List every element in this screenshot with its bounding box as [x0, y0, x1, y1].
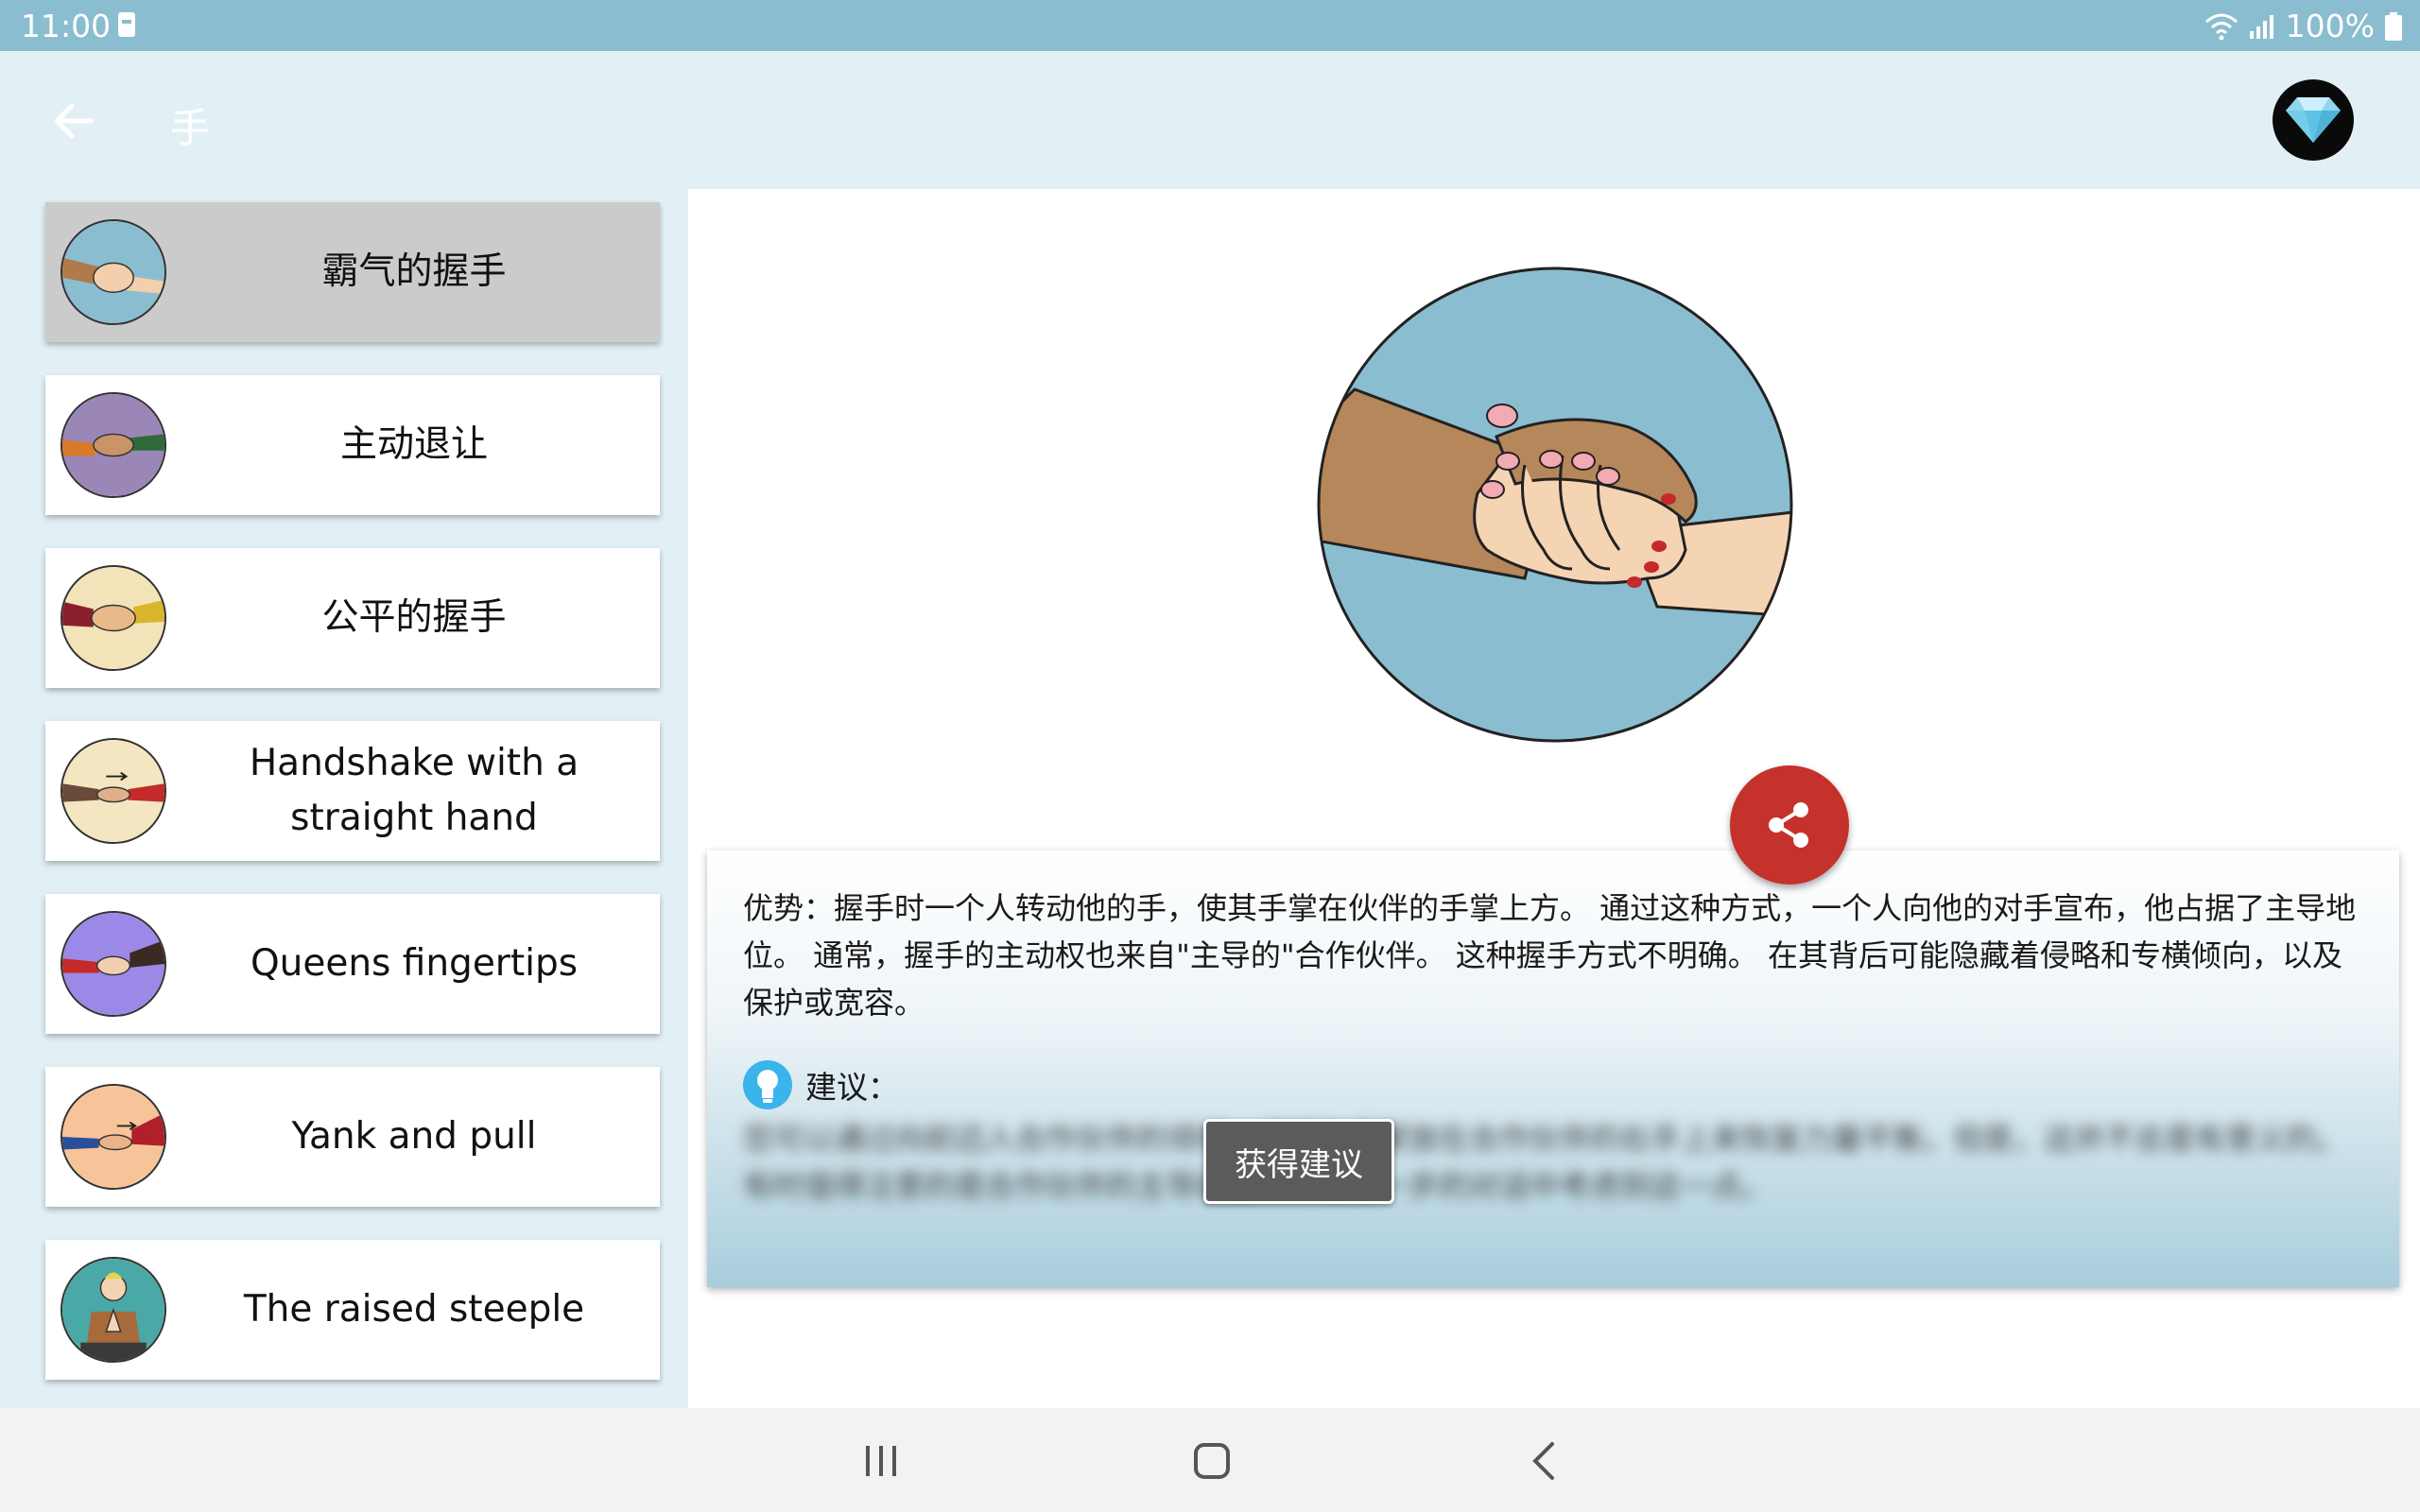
share-button[interactable]: [1730, 765, 1849, 885]
locked-tip-text: 您可以通过向前迈入合作伙伴的领域，或将左手掌放在合作伙伴的右手上来恢复力量平衡。…: [743, 1121, 2347, 1204]
thumbnail-image: [60, 392, 166, 498]
list-item-yielding[interactable]: 主动退让: [45, 375, 660, 515]
recents-icon[interactable]: [853, 1433, 909, 1489]
premium-button[interactable]: [2273, 79, 2354, 161]
list-item-dominant-handshake[interactable]: 霸气的握手: [45, 202, 660, 342]
notification-icon: [118, 12, 135, 37]
list-item-label: 主动退让: [339, 423, 488, 466]
status-time: 11:00: [21, 8, 112, 44]
thumbnail-image: [60, 565, 166, 671]
get-tip-button[interactable]: 获得建议: [1203, 1119, 1394, 1204]
list-item-label: 公平的握手: [321, 596, 507, 639]
back-chevron-icon[interactable]: [1516, 1433, 1573, 1489]
description-text: 优势：握手时一个人转动他的手，使其手掌在伙伴的手掌上方。 通过这种方式，一个人向…: [743, 890, 2357, 1021]
detail-panel: 优势：握手时一个人转动他的手，使其手掌在伙伴的手掌上方。 通过这种方式，一个人向…: [688, 189, 2420, 1408]
thumbnail-image: [60, 738, 166, 844]
thumbnail-image: [60, 219, 166, 325]
status-right: 100%: [2204, 8, 2403, 44]
list-item-label: Handshake with a straight hand: [249, 742, 579, 839]
page-title: 手: [170, 105, 211, 151]
signal-icon: [2249, 14, 2273, 39]
lightbulb-icon: [743, 1060, 792, 1109]
gesture-list: 霸气的握手 主动退让 公平的握手 Handshake with a straig…: [0, 189, 688, 1408]
list-item-label: 霸气的握手: [321, 250, 507, 293]
battery-icon: [2385, 11, 2402, 41]
wifi-icon: [2204, 13, 2238, 40]
diamond-icon: [2286, 97, 2341, 143]
tip-header: 建议：: [743, 1060, 899, 1109]
list-item-label: The raised steeple: [243, 1288, 585, 1331]
battery-percent: 100%: [2285, 8, 2375, 44]
tip-label: 建议：: [805, 1069, 899, 1106]
share-icon: [1769, 802, 1808, 848]
status-bar: 11:00 100%: [0, 0, 2420, 51]
description-card: 优势：握手时一个人转动他的手，使其手掌在伙伴的手掌上方。 通过这种方式，一个人向…: [707, 850, 2399, 1287]
thumbnail-image: [60, 1257, 166, 1363]
back-arrow-icon[interactable]: [45, 93, 102, 149]
thumbnail-image: [60, 1084, 166, 1190]
list-item-queens-fingertips[interactable]: Queens fingertips: [45, 894, 660, 1034]
app-bar: 手: [0, 51, 2420, 189]
list-item-raised-steeple[interactable]: The raised steeple: [45, 1240, 660, 1380]
list-item-label: Queens fingertips: [250, 942, 579, 985]
list-item-label: Yank and pull: [291, 1115, 537, 1158]
system-nav-bar: [0, 1408, 2420, 1512]
home-icon[interactable]: [1184, 1433, 1240, 1489]
thumbnail-image: [60, 911, 166, 1017]
handshake-illustration: [1317, 266, 1793, 743]
list-item-fair-handshake[interactable]: 公平的握手: [45, 548, 660, 688]
list-item-straight-hand[interactable]: Handshake with a straight hand: [45, 721, 660, 861]
list-item-yank-pull[interactable]: Yank and pull: [45, 1067, 660, 1207]
